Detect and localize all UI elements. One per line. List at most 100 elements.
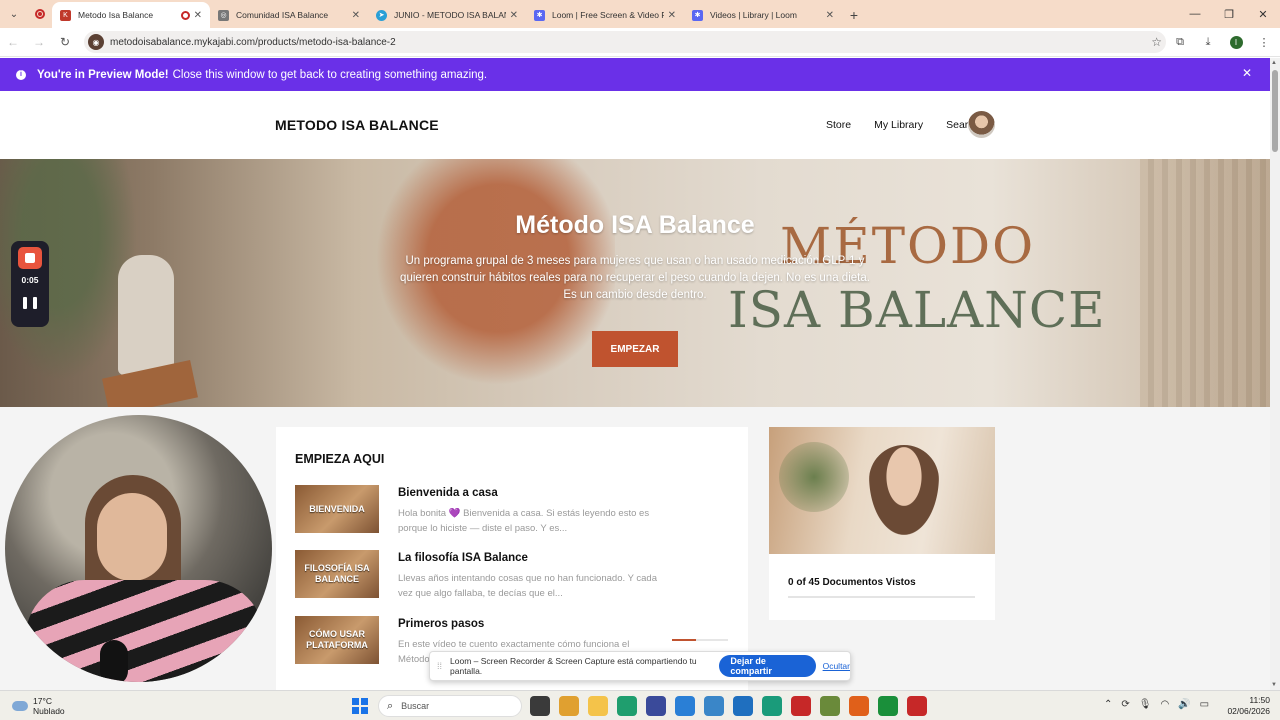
close-banner-icon[interactable]: ✕ — [1242, 66, 1252, 80]
stop-recording-button[interactable] — [18, 247, 42, 269]
new-tab-button[interactable]: + — [842, 2, 866, 28]
tab-comunidad[interactable]: ◎ Comunidad ISA Balance ✕ — [210, 2, 368, 28]
taskbar-app-icon[interactable] — [588, 696, 608, 716]
taskbar-app-icon[interactable] — [646, 696, 666, 716]
loom-camera-bubble[interactable] — [5, 415, 272, 682]
lesson-description: Llevas años intentando cosas que no han … — [398, 573, 657, 599]
forward-arrow-icon[interactable]: → — [26, 29, 52, 55]
hero-subtitle: Un programa grupal de 3 meses para mujer… — [400, 255, 870, 301]
course-heading: EMPIEZA AQUI — [295, 452, 385, 466]
taskbar-app-icon[interactable] — [704, 696, 724, 716]
address-bar[interactable]: ◉ metodoisabalance.mykajabi.com/products… — [84, 31, 1166, 53]
lesson-thumbnail[interactable]: FILOSOFÍA ISA BALANCE — [295, 550, 379, 598]
tab-search-chevron-icon[interactable]: ⌄ — [0, 0, 28, 28]
taskbar-apps — [530, 696, 936, 716]
browser-menu-icon[interactable]: ⋮ — [1250, 29, 1278, 55]
system-tray: ⌃ ⟳ 🎙 ◠ 🔊 ▭ — [1104, 699, 1218, 710]
nav-my-library-link[interactable]: My Library — [874, 119, 923, 131]
taskbar-app-icon[interactable] — [820, 696, 840, 716]
tray-mic-icon[interactable]: 🎙 — [1139, 699, 1152, 710]
taskbar-app-icon[interactable] — [762, 696, 782, 716]
tab-loom-library[interactable]: ✱ Videos | Library | Loom ✕ — [684, 2, 842, 28]
taskbar-app-icon[interactable] — [849, 696, 869, 716]
site-info-icon[interactable]: ◉ — [88, 34, 104, 50]
tab-close-icon[interactable]: ✕ — [352, 10, 360, 21]
user-avatar[interactable] — [968, 111, 995, 138]
progress-card: 0 of 45 Documentos Vistos — [769, 427, 995, 620]
tray-volume-icon[interactable]: 🔊 — [1178, 699, 1190, 710]
nav-store-link[interactable]: Store — [826, 119, 851, 131]
browser-toolbar: ← → ↻ ◉ metodoisabalance.mykajabi.com/pr… — [0, 28, 1280, 57]
taskbar-app-icon[interactable] — [907, 696, 927, 716]
taskbar-app-icon[interactable] — [617, 696, 637, 716]
documents-progress-bar — [788, 596, 975, 598]
lesson-title[interactable]: La filosofía ISA Balance — [398, 552, 528, 564]
kajabi-favicon-icon: K — [60, 9, 71, 21]
pause-icon[interactable] — [23, 297, 37, 311]
tab-telegram[interactable]: ➤ JUNIO - METODO ISA BALANCE ✕ — [368, 2, 526, 28]
browser-tabstrip: ⌄ K Metodo Isa Balance ✕ ◎ Comunidad ISA… — [0, 0, 1280, 28]
windows-start-icon[interactable] — [352, 698, 368, 714]
page-scrollbar[interactable]: ▲ ▼ — [1270, 58, 1280, 690]
lesson-item[interactable]: BIENVENIDA Bienvenida a casa Hola bonita… — [295, 485, 735, 534]
tab-loom[interactable]: ✱ Loom | Free Screen & Video Re ✕ — [526, 2, 684, 28]
taskbar-app-icon[interactable] — [791, 696, 811, 716]
download-icon[interactable]: ⤓ — [1194, 29, 1222, 55]
course-cover-image — [769, 427, 995, 554]
back-arrow-icon[interactable]: ← — [0, 29, 26, 55]
tab-title: Videos | Library | Loom — [710, 10, 797, 20]
maximize-icon[interactable]: ❐ — [1212, 0, 1246, 28]
taskbar-app-icon[interactable] — [559, 696, 579, 716]
tray-chevron-icon[interactable]: ⌃ — [1104, 699, 1112, 710]
empezar-button[interactable]: EMPEZAR — [592, 331, 678, 367]
taskbar-app-icon[interactable] — [675, 696, 695, 716]
window-controls: — ❐ ✕ — [1178, 0, 1280, 28]
tray-sync-icon[interactable]: ⟳ — [1121, 699, 1129, 710]
lesson-item[interactable]: FILOSOFÍA ISA BALANCE La filosofía ISA B… — [295, 550, 735, 599]
url-text: metodoisabalance.mykajabi.com/products/m… — [110, 36, 396, 48]
taskbar-search[interactable]: ⌕ Buscar — [378, 695, 522, 717]
hero-curtain-image — [1140, 159, 1270, 407]
taskbar-app-icon[interactable] — [878, 696, 898, 716]
lesson-thumbnail[interactable]: CÓMO USAR PLATAFORMA — [295, 616, 379, 664]
lesson-thumbnail[interactable]: BIENVENIDA — [295, 485, 379, 533]
taskbar-clock[interactable]: 11:50 02/06/2026 — [1226, 695, 1270, 717]
tab-close-icon[interactable]: ✕ — [826, 10, 834, 21]
scroll-down-icon[interactable]: ▼ — [1271, 682, 1277, 688]
screen-share-notification: ⁞⁞ Loom – Screen Recorder & Screen Captu… — [429, 651, 851, 681]
tab-metodo-isa-balance[interactable]: K Metodo Isa Balance ✕ — [52, 2, 210, 28]
tray-battery-icon[interactable]: ▭ — [1200, 699, 1209, 710]
taskbar-search-placeholder: Buscar — [401, 701, 430, 711]
lesson-title[interactable]: Primeros pasos — [398, 618, 484, 630]
extensions-icon[interactable]: ⧉ — [1166, 29, 1194, 55]
weather-condition: Nublado — [33, 706, 65, 716]
loom-favicon-icon: ✱ — [692, 9, 703, 21]
documents-viewed-count: 0 of 45 Documentos Vistos — [788, 577, 916, 588]
camera-microphone — [100, 640, 128, 682]
lesson-progress-bar — [672, 639, 728, 641]
tray-wifi-icon[interactable]: ◠ — [1160, 699, 1169, 710]
weather-widget[interactable]: 17°C Nublado — [12, 696, 65, 716]
tab-close-icon[interactable]: ✕ — [668, 10, 676, 21]
bookmark-star-icon[interactable]: ☆ — [1151, 35, 1162, 49]
tab-close-icon[interactable]: ✕ — [510, 10, 518, 21]
site-brand[interactable]: METODO ISA BALANCE — [275, 117, 439, 133]
hero-vase-image — [118, 255, 174, 375]
hero-title: Método ISA Balance — [515, 211, 755, 239]
profile-avatar[interactable]: I — [1222, 29, 1250, 55]
scrollbar-thumb[interactable] — [1272, 70, 1278, 152]
scroll-up-icon[interactable]: ▲ — [1271, 60, 1277, 66]
stop-sharing-button[interactable]: Dejar de compartir — [719, 655, 816, 677]
tab-title: Loom | Free Screen & Video Re — [552, 10, 664, 20]
minimize-icon[interactable]: — — [1178, 0, 1212, 28]
cloud-icon — [12, 701, 28, 711]
drag-handle-icon[interactable]: ⁞⁞ — [437, 661, 442, 671]
close-window-icon[interactable]: ✕ — [1246, 0, 1280, 28]
preview-banner-text: Close this window to get back to creatin… — [172, 68, 488, 81]
lesson-title[interactable]: Bienvenida a casa — [398, 487, 498, 499]
taskbar-app-icon[interactable] — [733, 696, 753, 716]
hide-link[interactable]: Ocultar — [823, 661, 850, 671]
tab-close-icon[interactable]: ✕ — [194, 10, 202, 21]
reload-icon[interactable]: ↻ — [52, 29, 78, 55]
taskbar-app-icon[interactable] — [530, 696, 550, 716]
